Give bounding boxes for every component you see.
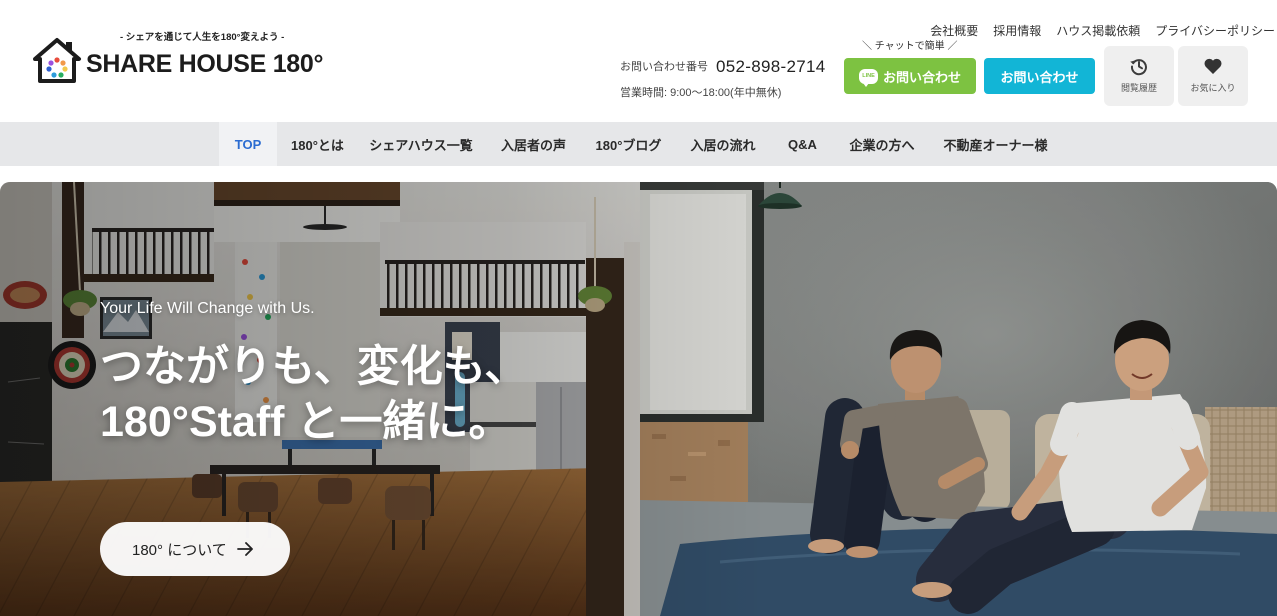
hero-banner: Your Life Will Change with Us. つながりも、変化も… [0,182,1277,616]
line-icon-text: LINE [862,73,875,79]
site-header: - シェアを通じて人生を180°変えよう - SHARE HOUSE 180° … [0,0,1277,122]
hero-heading-line-1: つながりも、変化も、 [100,343,528,391]
arrow-right-icon [236,542,253,556]
history-icon [1130,59,1147,76]
history-button[interactable]: 閲覧履歴 [1104,46,1174,106]
about-180-label: 180° について [132,541,227,559]
link-company-profile[interactable]: 会社概要 [930,23,978,39]
nav-item-sharehouse-list[interactable]: シェアハウス一覧 [358,122,484,166]
favorites-button[interactable]: お気に入り [1178,46,1248,106]
nav-item-about[interactable]: 180°とは [277,122,358,166]
contact-button[interactable]: お問い合わせ [984,58,1095,94]
phone-number[interactable]: 052-898-2714 [716,56,825,78]
hero-heading-line-2: 180°Staff と一緒に。 [100,398,512,446]
link-privacy-policy[interactable]: プライバシーポリシー [1155,23,1275,39]
favorites-label: お気に入り [1190,83,1236,93]
contact-label: お問い合わせ [1000,69,1079,85]
nav-list: TOP 180°とは シェアハウス一覧 入居者の声 180°ブログ 入居の流れ … [219,122,1060,166]
nav-item-move-in-flow[interactable]: 入居の流れ [674,122,772,166]
nav-item-corporate[interactable]: 企業の方へ [833,122,931,166]
business-hours: 営業時間: 9:00〜18:00(年中無休) [620,87,782,99]
about-180-button[interactable]: 180° について [100,522,290,576]
global-nav: TOP 180°とは シェアハウス一覧 入居者の声 180°ブログ 入居の流れ … [0,122,1277,166]
nav-item-residents-voice[interactable]: 入居者の声 [484,122,583,166]
line-contact-label: お問い合わせ [882,69,961,85]
logo-wordmark[interactable]: SHARE HOUSE 180° [86,50,324,78]
line-icon: LINE [858,68,878,87]
hero-heading: つながりも、変化も、 180°Staff と一緒に。 [100,340,527,450]
nav-item-faq[interactable]: Q&A [772,122,833,166]
nav-item-property-owners[interactable]: 不動産オーナー様 [931,122,1060,166]
link-recruit[interactable]: 採用情報 [993,23,1041,39]
utility-links: 会社概要 採用情報 ハウス掲載依頼 プライバシーポリシー [900,23,1275,39]
chat-note: ＼ チャットで簡単 ／ [862,41,958,52]
house-logo-icon[interactable] [32,37,82,84]
nav-item-top[interactable]: TOP [219,122,277,166]
nav-item-blog[interactable]: 180°ブログ [583,122,674,166]
logo-tagline: - シェアを通じて人生を180°変えよう - [120,32,285,43]
hero-subtitle: Your Life Will Change with Us. [100,300,315,317]
link-house-listing-request[interactable]: ハウス掲載依頼 [1056,23,1140,39]
line-contact-button[interactable]: LINE お問い合わせ [844,58,976,94]
history-label: 閲覧履歴 [1120,83,1157,93]
heart-icon [1204,58,1222,74]
phone-label: お問い合わせ番号 [620,61,708,73]
